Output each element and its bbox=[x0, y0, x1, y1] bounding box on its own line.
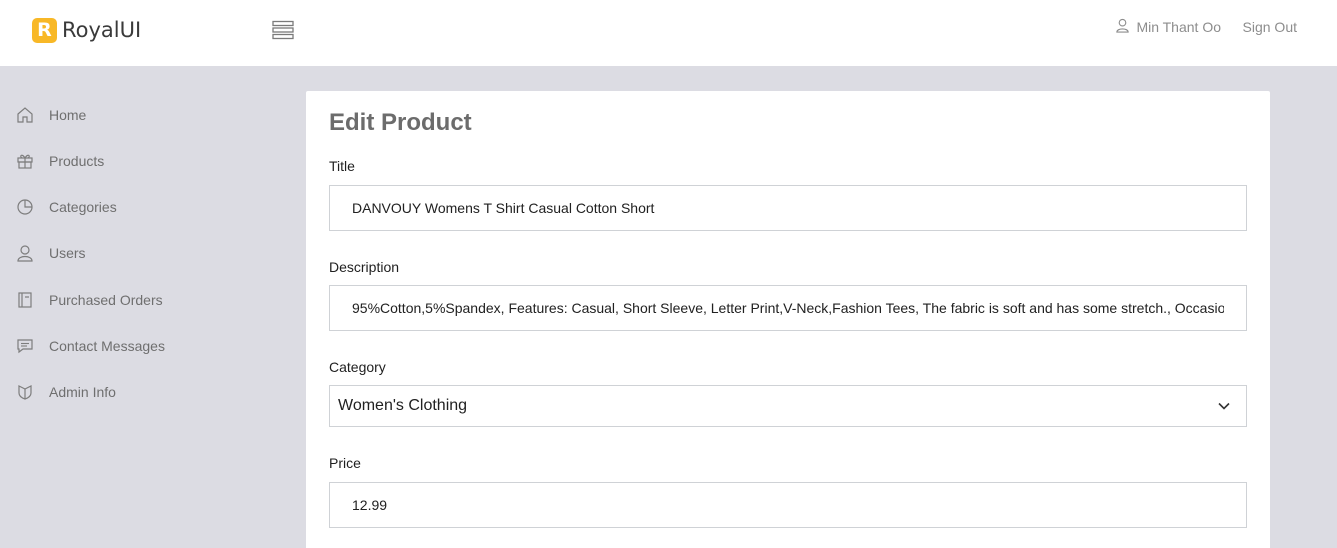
sidebar-item-admin-info[interactable]: Admin Info bbox=[16, 380, 116, 404]
top-navbar: R RoyalUI Min Thant Oo Sign Out bbox=[0, 0, 1337, 66]
title-input[interactable]: DANVOUY Womens T Shirt Casual Cotton Sho… bbox=[329, 185, 1247, 231]
sidebar-item-label: Categories bbox=[49, 199, 117, 215]
description-input[interactable]: 95%Cotton,5%Spandex, Features: Casual, S… bbox=[329, 285, 1247, 331]
pie-chart-icon bbox=[16, 198, 34, 216]
sidebar-item-categories[interactable]: Categories bbox=[16, 195, 117, 219]
user-name: Min Thant Oo bbox=[1136, 19, 1221, 35]
sidebar-item-label: Admin Info bbox=[49, 384, 116, 400]
sign-out-link[interactable]: Sign Out bbox=[1243, 19, 1297, 35]
brand[interactable]: R RoyalUI bbox=[32, 16, 141, 44]
title-input-value: DANVOUY Womens T Shirt Casual Cotton Sho… bbox=[352, 200, 655, 216]
price-label: Price bbox=[329, 455, 361, 471]
sidebar-item-label: Purchased Orders bbox=[49, 292, 163, 308]
sidebar-item-label: Contact Messages bbox=[49, 338, 165, 354]
gift-icon bbox=[16, 152, 34, 170]
sidebar-item-products[interactable]: Products bbox=[16, 149, 104, 173]
menu-toggle-button[interactable] bbox=[272, 20, 294, 40]
book-icon bbox=[16, 291, 34, 309]
description-input-value: 95%Cotton,5%Spandex, Features: Casual, S… bbox=[352, 300, 1224, 316]
user-profile[interactable]: Min Thant Oo bbox=[1115, 17, 1221, 37]
menu-icon bbox=[272, 20, 294, 40]
chevron-down-icon bbox=[1218, 402, 1230, 410]
title-label: Title bbox=[329, 158, 355, 174]
user-icon bbox=[1116, 18, 1130, 33]
sidebar: Home Products Categories Users Purchased… bbox=[0, 66, 300, 548]
category-select-value: Women's Clothing bbox=[338, 397, 468, 414]
sidebar-item-home[interactable]: Home bbox=[16, 103, 86, 127]
sidebar-item-label: Products bbox=[49, 153, 105, 169]
category-label: Category bbox=[329, 359, 386, 375]
category-select[interactable]: Women's Clothing bbox=[329, 385, 1247, 427]
price-input-value: 12.99 bbox=[352, 497, 388, 513]
description-label: Description bbox=[329, 259, 400, 275]
brand-name: RoyalUI bbox=[62, 18, 142, 42]
sidebar-item-purchased-orders[interactable]: Purchased Orders bbox=[16, 288, 163, 312]
sidebar-item-contact-messages[interactable]: Contact Messages bbox=[16, 334, 165, 358]
sidebar-item-label: Home bbox=[49, 107, 87, 123]
price-input[interactable]: 12.99 bbox=[329, 482, 1247, 528]
message-icon bbox=[16, 337, 34, 355]
sidebar-item-label: Users bbox=[49, 245, 86, 261]
edit-product-card: Edit Product Title DANVOUY Womens T Shir… bbox=[306, 91, 1270, 548]
shield-icon bbox=[16, 383, 34, 401]
brand-logo: R bbox=[32, 17, 57, 43]
page-title: Edit Product bbox=[329, 109, 472, 136]
user-icon bbox=[16, 244, 34, 262]
sidebar-item-users[interactable]: Users bbox=[16, 241, 86, 265]
home-icon bbox=[16, 106, 34, 124]
